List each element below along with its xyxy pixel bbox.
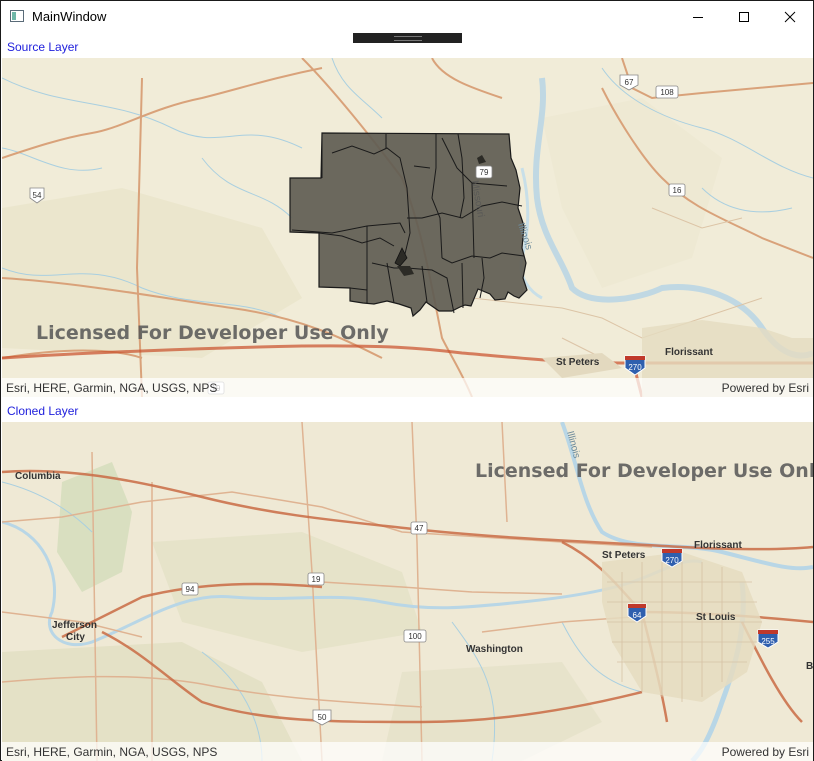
svg-text:67: 67	[625, 78, 634, 87]
route-shield-79: 79	[475, 165, 493, 179]
maximize-button[interactable]	[721, 1, 767, 33]
washington-label: Washington	[466, 644, 523, 655]
svg-text:94: 94	[186, 585, 195, 594]
window-title: MainWindow	[32, 9, 107, 24]
svg-text:16: 16	[673, 186, 682, 195]
developer-watermark: Licensed For Developer Use Only	[36, 322, 389, 344]
powered-by-esri[interactable]: Powered by Esri	[722, 745, 809, 759]
powered-by-esri[interactable]: Powered by Esri	[722, 381, 809, 395]
title-bar[interactable]: MainWindow	[1, 1, 813, 33]
svg-text:270: 270	[665, 556, 679, 565]
edge-place-label: B	[806, 661, 813, 672]
route-shield-108: 108	[655, 85, 679, 99]
svg-text:255: 255	[761, 637, 775, 646]
st-louis-label: St Louis	[696, 612, 736, 623]
app-icon	[10, 10, 24, 22]
jefferson-city-label-1: Jefferson	[52, 620, 97, 631]
svg-text:79: 79	[480, 168, 489, 177]
route-shield-94: 94	[181, 582, 199, 596]
svg-text:47: 47	[415, 524, 424, 533]
columbia-label: Columbia	[15, 471, 61, 482]
svg-text:100: 100	[408, 632, 422, 641]
jefferson-city-label-2: City	[66, 632, 85, 643]
florissant-label: Florissant	[665, 347, 713, 358]
attribution-text: Esri, HERE, Garmin, NGA, USGS, NPS	[6, 745, 218, 759]
close-button[interactable]	[767, 1, 813, 33]
svg-text:270: 270	[628, 363, 642, 372]
attribution-text: Esri, HERE, Garmin, NGA, USGS, NPS	[6, 381, 218, 395]
svg-text:54: 54	[33, 191, 42, 200]
cloned-layer-label: Cloned Layer	[7, 404, 79, 418]
svg-text:19: 19	[312, 575, 321, 584]
route-shield-19: 19	[307, 572, 325, 586]
cloned-attribution-bar: Esri, HERE, Garmin, NGA, USGS, NPS Power…	[2, 742, 813, 761]
st-peters-label: St Peters	[556, 357, 600, 368]
svg-text:108: 108	[660, 88, 674, 97]
source-layer-label: Source Layer	[7, 40, 79, 54]
source-map-canvas: Missouri Illinois 54 67 108 16 79 270 St…	[2, 58, 813, 397]
minimize-icon	[693, 17, 703, 18]
developer-watermark: Licensed For Developer Use Only	[475, 460, 813, 482]
source-attribution-bar: Esri, HERE, Garmin, NGA, USGS, NPS Power…	[2, 378, 813, 397]
route-shield-100: 100	[403, 629, 427, 643]
maximize-icon	[739, 12, 749, 22]
cloned-map-canvas: 47 19 94 100 50 270 64 255 Columbia Jeff…	[2, 422, 813, 761]
cloned-map-view[interactable]: 47 19 94 100 50 270 64 255 Columbia Jeff…	[2, 422, 813, 761]
svg-text:64: 64	[633, 611, 642, 620]
st-peters-label: St Peters	[602, 550, 646, 561]
svg-text:50: 50	[318, 713, 327, 722]
route-shield-47: 47	[410, 521, 428, 535]
splitter-grip[interactable]	[353, 33, 462, 43]
minimize-button[interactable]	[675, 1, 721, 33]
route-shield-16: 16	[668, 183, 686, 197]
source-map-view[interactable]: Missouri Illinois 54 67 108 16 79 270 St…	[2, 58, 813, 397]
main-window: MainWindow Source Layer Missouri Illinoi…	[0, 0, 814, 761]
close-icon	[784, 11, 796, 23]
florissant-label: Florissant	[694, 540, 742, 551]
